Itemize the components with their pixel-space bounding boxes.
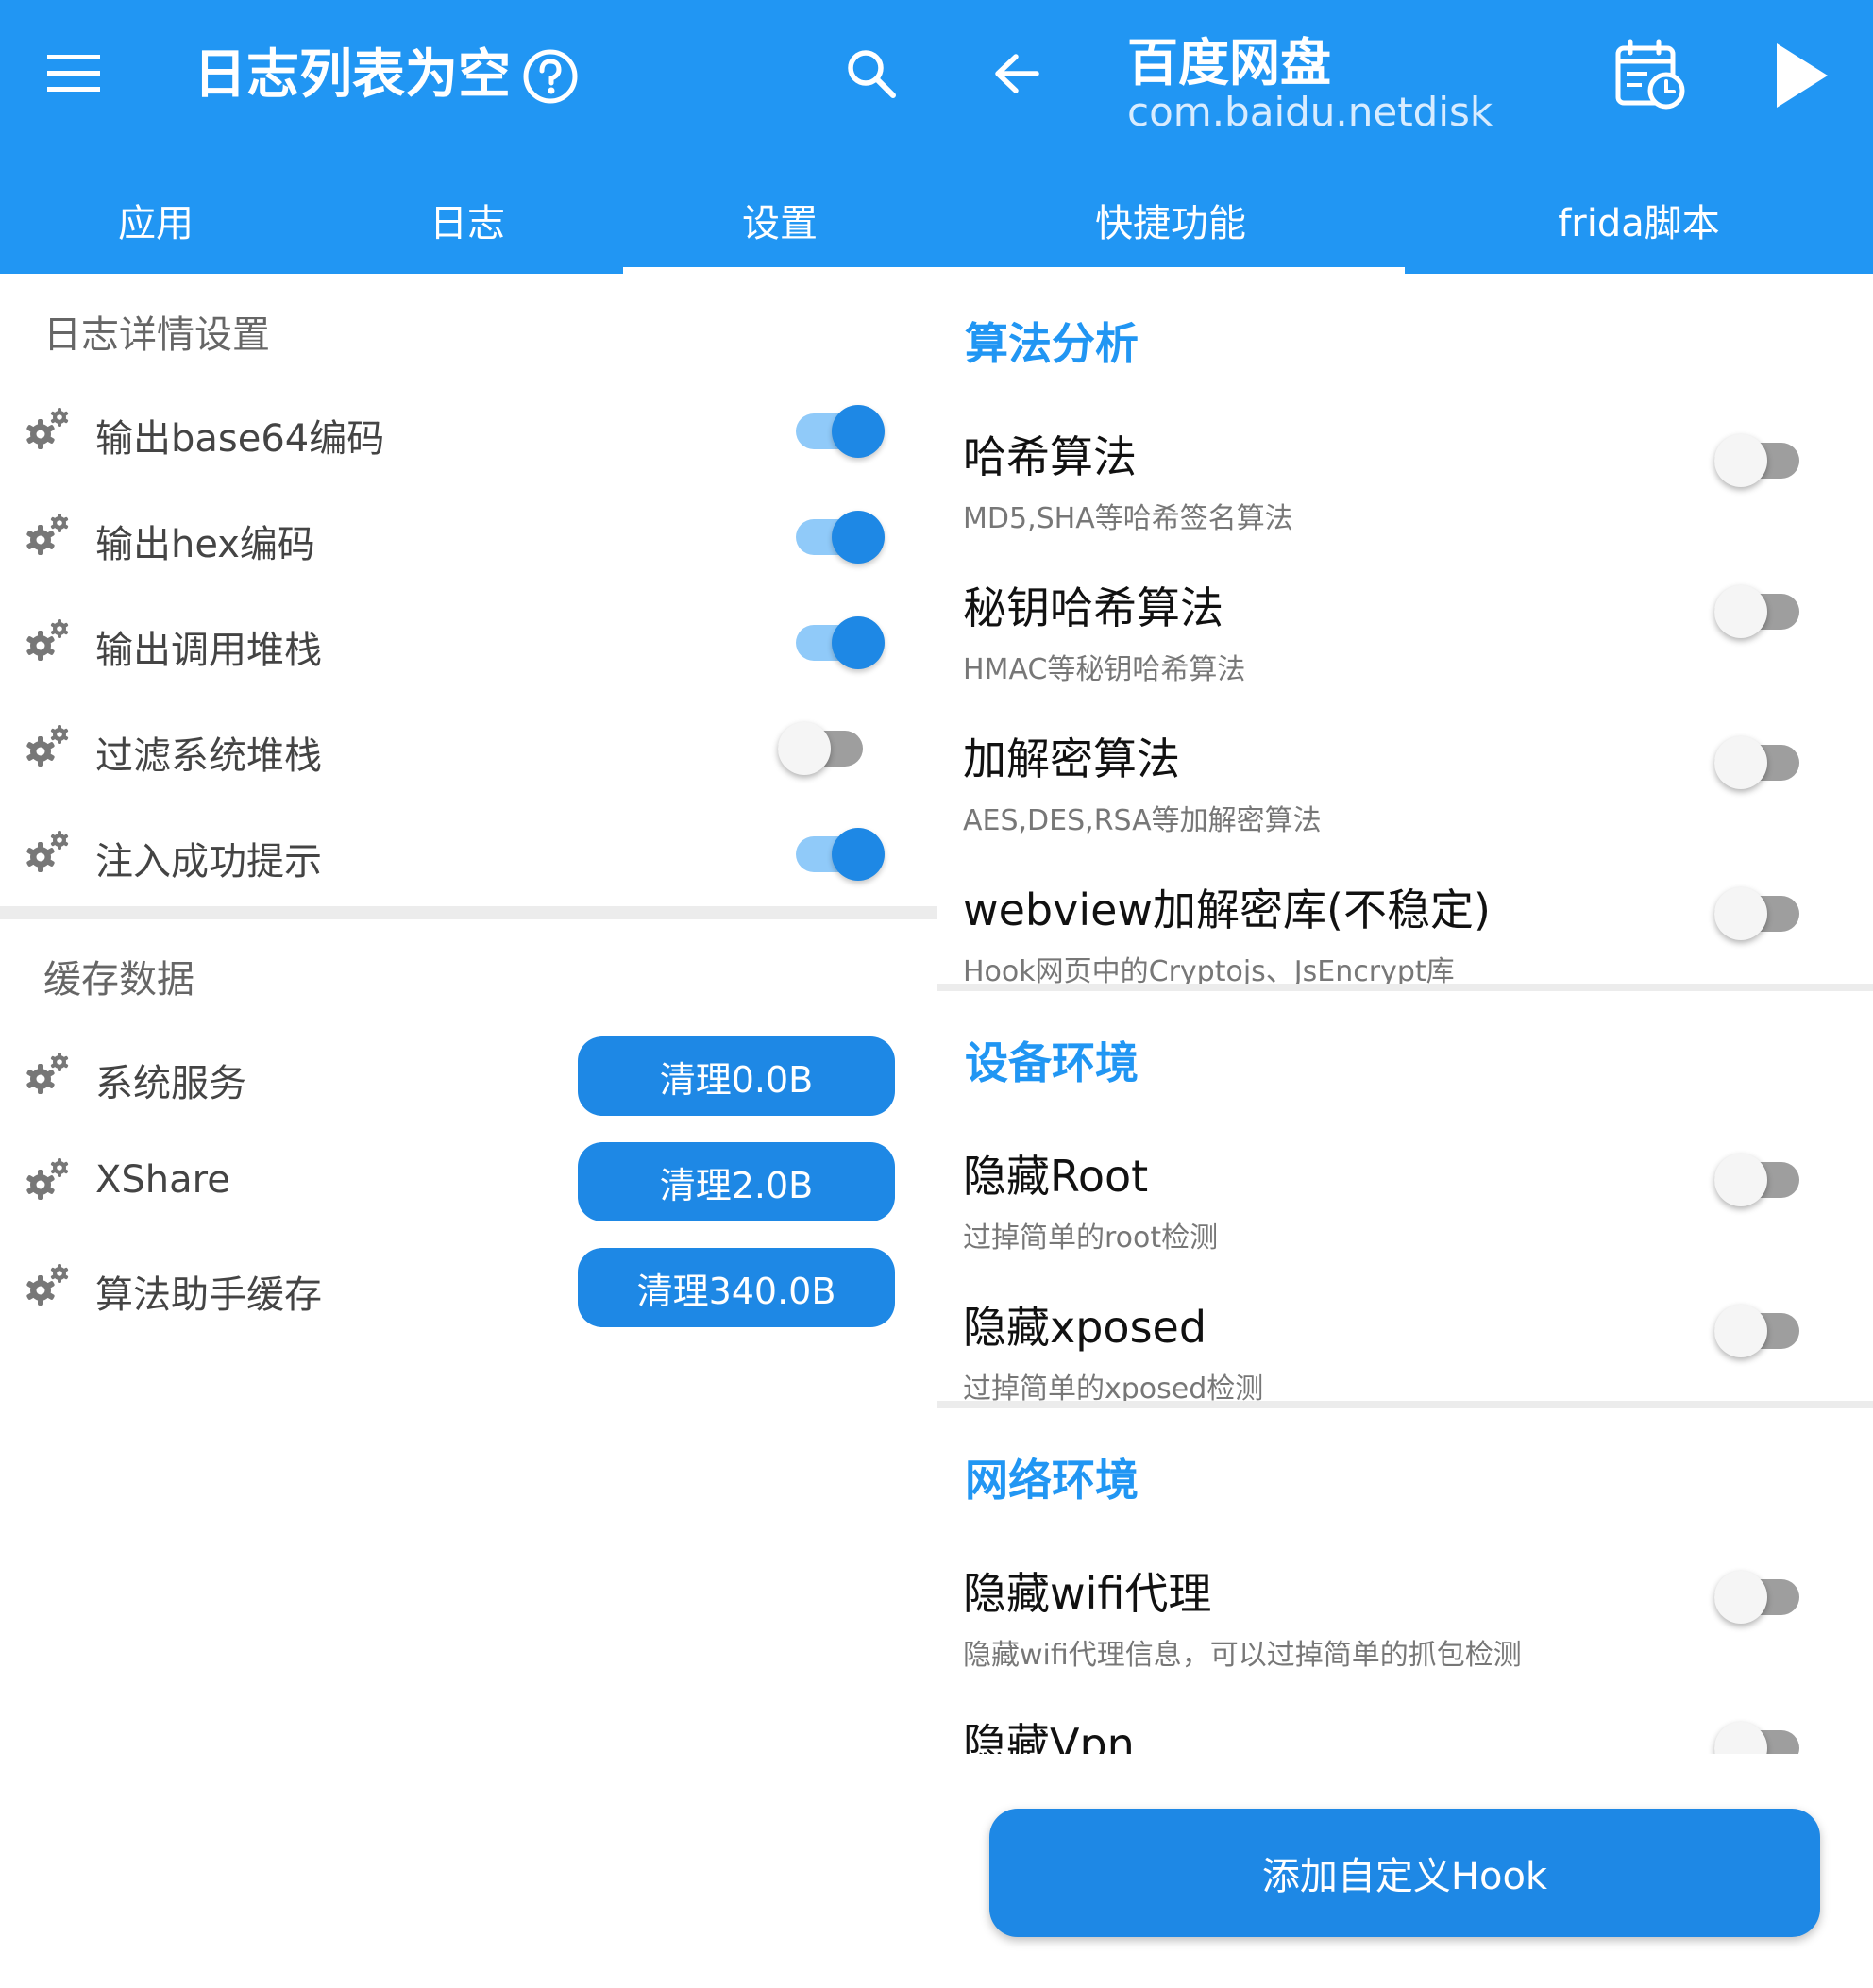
feature-toggle[interactable] [1714, 1146, 1803, 1214]
cache-label: 系统服务 [95, 1062, 246, 1105]
feature-toggle[interactable] [1714, 1297, 1803, 1365]
section-divider [0, 906, 936, 919]
feature-description: MD5,SHA等哈希签名算法 [963, 502, 1293, 535]
help-circle-icon[interactable] [519, 45, 582, 108]
switch-thumb [832, 828, 885, 881]
feature-title: 隐藏Root [963, 1151, 1149, 1202]
section-title: 网络环境 [965, 1455, 1139, 1506]
feature-title: webview加解密库(不稳定) [963, 884, 1491, 935]
setting-toggle[interactable] [796, 820, 885, 888]
feature-description: 隐藏wifi代理信息，可以过掉简单的抓包检测 [963, 1639, 1522, 1672]
cache-label: XShare [95, 1158, 230, 1202]
feature-title: 隐藏xposed [963, 1302, 1207, 1353]
feature-title: 隐藏wifi代理 [963, 1568, 1212, 1619]
feature-description: AES,DES,RSA等加解密算法 [963, 804, 1322, 837]
feature-toggle[interactable] [1714, 880, 1803, 948]
feature-toggle[interactable] [1714, 578, 1803, 646]
menu-icon[interactable] [38, 42, 110, 105]
gear-icon [25, 511, 72, 558]
section-title: 设备环境 [965, 1037, 1139, 1088]
gear-icon [25, 616, 72, 664]
app-name: 百度网盘 [1127, 33, 1331, 93]
clear-cache-button[interactable]: 清理0.0B [578, 1036, 895, 1116]
gear-icon [25, 405, 72, 452]
section-title-log-settings: 日志详情设置 [43, 313, 270, 357]
switch-thumb [1714, 434, 1767, 487]
calendar-clock-icon[interactable] [1611, 36, 1689, 113]
feature-title: 哈希算法 [963, 431, 1137, 482]
tab-frida-scripts[interactable]: frida脚本 [1405, 165, 1873, 274]
tab-quick-functions[interactable]: 快捷功能 [936, 165, 1405, 274]
tab-settings[interactable]: 设置 [623, 165, 936, 274]
feature-title: 秘钥哈希算法 [963, 582, 1223, 633]
gear-icon [25, 828, 72, 875]
setting-toggle[interactable] [796, 397, 885, 465]
right-app-bar: 百度网盘 com.baidu.netdisk 快捷功能 frida脚本 [936, 0, 1873, 274]
left-panel: 日志列表为空 应用 日志 设置 日志详情设置 输出base64编码 输出hex编码… [0, 0, 936, 1988]
feature-toggle[interactable] [1714, 729, 1803, 797]
clear-cache-button[interactable]: 清理340.0B [578, 1248, 895, 1327]
left-app-bar: 日志列表为空 应用 日志 设置 [0, 0, 936, 274]
right-panel: 百度网盘 com.baidu.netdisk 快捷功能 frida脚本 算法分析… [936, 0, 1873, 1988]
section-title-cache: 缓存数据 [43, 958, 194, 1002]
tab-logs[interactable]: 日志 [312, 165, 623, 274]
switch-thumb [778, 722, 831, 775]
switch-thumb [1714, 1305, 1767, 1357]
tab-indicator [936, 267, 1405, 274]
tab-indicator [623, 267, 936, 274]
left-tab-bar: 应用 日志 设置 [0, 165, 936, 274]
gear-icon [25, 1050, 72, 1097]
setting-label: 输出调用堆栈 [95, 629, 322, 672]
feature-toggle[interactable] [1714, 427, 1803, 495]
switch-thumb [1714, 585, 1767, 638]
feature-toggle[interactable] [1714, 1563, 1803, 1631]
setting-label: 过滤系统堆栈 [95, 734, 322, 778]
switch-thumb [1714, 887, 1767, 940]
switch-thumb [832, 511, 885, 564]
gear-icon [25, 1261, 72, 1308]
section-title: 算法分析 [965, 318, 1139, 369]
setting-label: 输出base64编码 [95, 417, 385, 461]
setting-label: 输出hex编码 [95, 523, 315, 566]
setting-toggle[interactable] [796, 503, 885, 571]
switch-thumb [1714, 1571, 1767, 1624]
switch-thumb [1714, 736, 1767, 789]
setting-toggle[interactable] [796, 609, 885, 677]
clear-cache-button[interactable]: 清理2.0B [578, 1142, 895, 1221]
section-divider [936, 984, 1873, 991]
section-divider [936, 1401, 1873, 1408]
play-icon[interactable] [1767, 38, 1835, 113]
switch-thumb [1714, 1154, 1767, 1206]
back-arrow-icon[interactable] [984, 42, 1050, 105]
setting-label: 注入成功提示 [95, 840, 322, 884]
switch-thumb [832, 616, 885, 669]
setting-toggle[interactable] [778, 715, 867, 783]
feature-description: HMAC等秘钥哈希算法 [963, 653, 1246, 686]
cache-label: 算法助手缓存 [95, 1273, 322, 1317]
feature-title: 加解密算法 [963, 733, 1180, 784]
page-title: 日志列表为空 [194, 44, 511, 106]
switch-thumb [832, 405, 885, 458]
package-name: com.baidu.netdisk [1127, 89, 1493, 135]
add-custom-hook-button[interactable]: 添加自定义Hook [989, 1809, 1820, 1937]
tab-apps[interactable]: 应用 [0, 165, 312, 274]
feature-description: 过掉简单的root检测 [963, 1221, 1219, 1255]
right-tab-bar: 快捷功能 frida脚本 [936, 165, 1873, 274]
gear-icon [25, 1155, 72, 1203]
search-icon[interactable] [840, 42, 903, 105]
gear-icon [25, 722, 72, 769]
